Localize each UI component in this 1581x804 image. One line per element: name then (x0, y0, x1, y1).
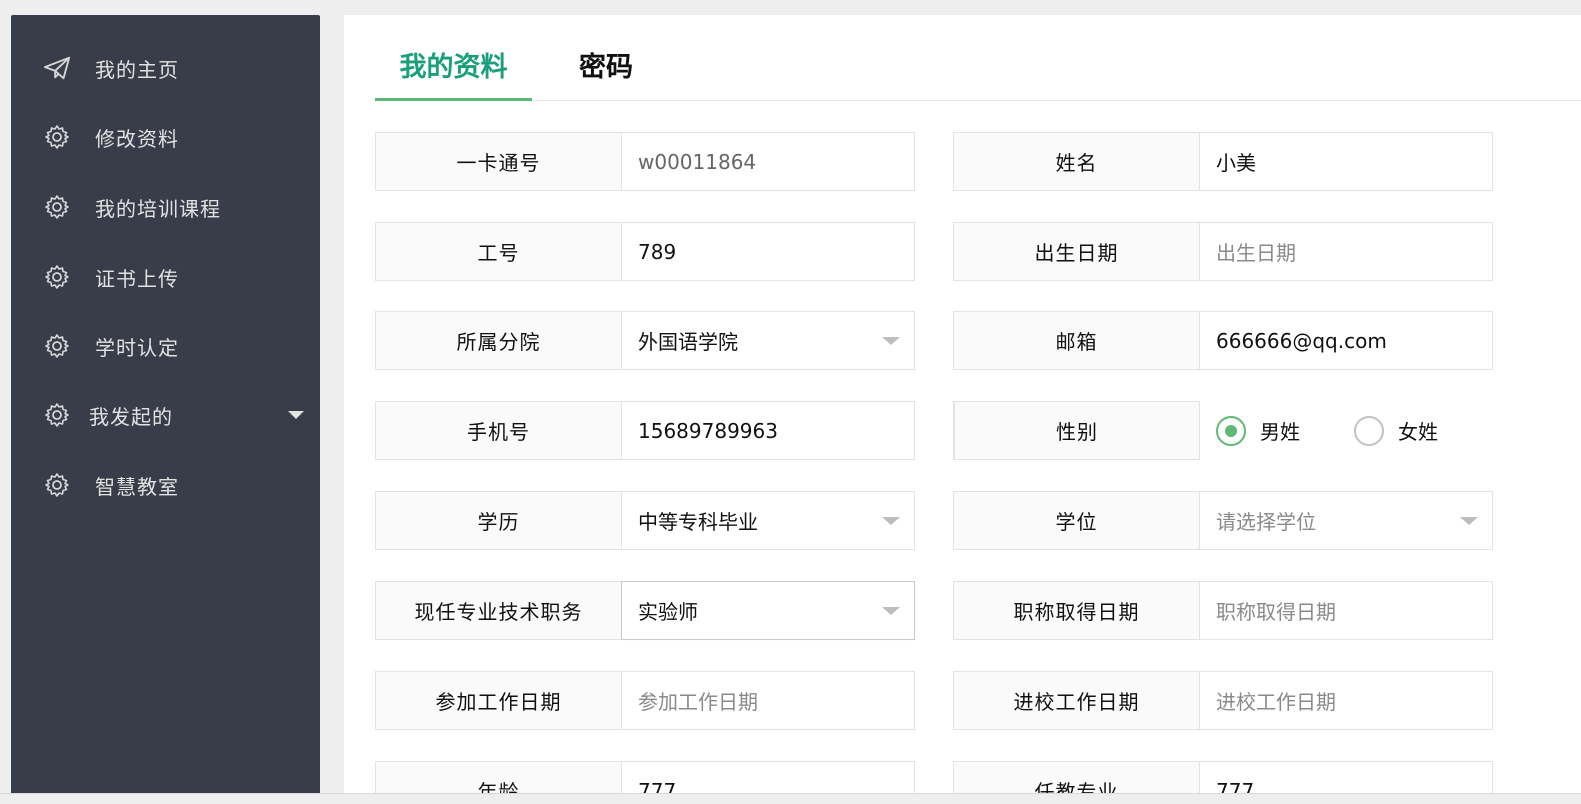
gear-icon (43, 332, 71, 360)
gear-icon (43, 193, 71, 221)
gender-option-label: 男姓 (1260, 420, 1300, 444)
education-select[interactable]: 中等专科毕业 (622, 492, 914, 549)
degree-select-placeholder: 请选择学位 (1216, 510, 1316, 534)
degree-label: 学位 (954, 492, 1200, 549)
position-select-value: 实验师 (638, 600, 698, 624)
education-label: 学历 (376, 492, 622, 549)
gender-radio-male[interactable]: 男姓 (1216, 415, 1300, 446)
sidebar-item-label: 智慧教室 (95, 474, 179, 499)
title-date-field: 职称取得日期 职称取得日期 (953, 581, 1493, 640)
chevron-down-icon (882, 337, 900, 345)
sidebar-item-label: 我的主页 (95, 57, 179, 82)
card-no-field: 一卡通号 w00011864 (375, 132, 915, 191)
chevron-down-icon (1460, 517, 1478, 525)
phone-field: 手机号 15689789963 (375, 401, 915, 460)
school-join-date-input[interactable]: 进校工作日期 (1200, 672, 1492, 729)
position-label: 现任专业技术职务 (376, 582, 622, 639)
phone-label: 手机号 (376, 402, 622, 459)
degree-field: 学位 请选择学位 (953, 491, 1493, 550)
sidebar-item-certificate[interactable]: 证书上传 (11, 247, 320, 307)
college-select[interactable]: 外国语学院 (622, 312, 914, 369)
school-join-date-label: 进校工作日期 (954, 672, 1200, 729)
staff-no-label: 工号 (376, 223, 622, 280)
card-no-input[interactable]: w00011864 (622, 133, 914, 190)
position-field: 现任专业技术职务 实验师 (375, 581, 915, 640)
title-date-input[interactable]: 职称取得日期 (1200, 582, 1492, 639)
sidebar-item-label: 我发起的 (89, 404, 173, 429)
work-start-date-label: 参加工作日期 (376, 672, 622, 729)
gear-icon (43, 123, 71, 151)
email-label: 邮箱 (954, 312, 1200, 369)
email-field: 邮箱 666666@qq.com (953, 311, 1493, 370)
sidebar-item-smart-classroom[interactable]: 智慧教室 (11, 455, 320, 515)
caret-down-icon[interactable] (288, 411, 304, 419)
gender-radio-female[interactable]: 女姓 (1354, 415, 1438, 446)
chevron-down-icon (882, 607, 900, 615)
sidebar-item-courses[interactable]: 我的培训课程 (11, 177, 320, 237)
phone-input[interactable]: 15689789963 (622, 402, 914, 459)
tab-bar: 我的资料 密码 (375, 15, 1581, 101)
gender-radio-group: 男姓 女姓 (1200, 401, 1493, 460)
staff-no-field: 工号 789 (375, 222, 915, 281)
sidebar-item-hours[interactable]: 学时认定 (11, 316, 320, 376)
birth-date-field: 出生日期 出生日期 (953, 222, 1493, 281)
school-join-date-field: 进校工作日期 进校工作日期 (953, 671, 1493, 730)
education-field: 学历 中等专科毕业 (375, 491, 915, 550)
degree-select[interactable]: 请选择学位 (1200, 492, 1492, 549)
sidebar-item-edit-profile[interactable]: 修改资料 (11, 107, 320, 167)
staff-no-input[interactable]: 789 (622, 223, 914, 280)
email-input[interactable]: 666666@qq.com (1200, 312, 1492, 369)
sidebar-item-label: 学时认定 (95, 335, 179, 360)
title-date-label: 职称取得日期 (954, 582, 1200, 639)
gear-icon (43, 401, 71, 429)
sidebar-item-initiated[interactable]: 我发起的 (11, 385, 320, 445)
name-input[interactable]: 小美 (1200, 133, 1492, 190)
name-label: 姓名 (954, 133, 1200, 190)
sidebar: 我的主页 修改资料 我的培训课程 证书上传 学时认定 我发起的 智慧教室 (11, 15, 320, 804)
radio-checked-icon (1216, 415, 1246, 446)
sidebar-item-label: 修改资料 (95, 126, 179, 151)
main-panel: 我的资料 密码 一卡通号 w00011864 姓名 小美 工号 789 出生日期… (344, 15, 1581, 804)
birth-date-input[interactable]: 出生日期 (1200, 223, 1492, 280)
work-start-date-input[interactable]: 参加工作日期 (622, 672, 914, 729)
sidebar-item-label: 我的培训课程 (95, 196, 221, 221)
gear-icon (43, 471, 71, 499)
radio-unchecked-icon (1354, 415, 1384, 446)
gender-label: 性别 (954, 401, 1200, 460)
gear-icon (43, 263, 71, 291)
college-select-value: 外国语学院 (638, 330, 738, 354)
college-field: 所属分院 外国语学院 (375, 311, 915, 370)
work-start-date-field: 参加工作日期 参加工作日期 (375, 671, 915, 730)
horizontal-scrollbar[interactable] (0, 793, 1581, 804)
paper-plane-icon (43, 54, 71, 82)
college-label: 所属分院 (376, 312, 622, 369)
tab-my-profile[interactable]: 我的资料 (375, 45, 532, 101)
tab-password[interactable]: 密码 (532, 45, 680, 101)
sidebar-item-home[interactable]: 我的主页 (11, 38, 320, 98)
birth-date-label: 出生日期 (954, 223, 1200, 280)
name-field: 姓名 小美 (953, 132, 1493, 191)
gender-option-label: 女姓 (1398, 420, 1438, 444)
sidebar-item-label: 证书上传 (95, 266, 179, 291)
card-no-label: 一卡通号 (376, 133, 622, 190)
education-select-value: 中等专科毕业 (638, 510, 758, 534)
position-select[interactable]: 实验师 (621, 581, 915, 640)
chevron-down-icon (882, 517, 900, 525)
gender-field: 性别 男姓 女姓 (953, 401, 1493, 460)
